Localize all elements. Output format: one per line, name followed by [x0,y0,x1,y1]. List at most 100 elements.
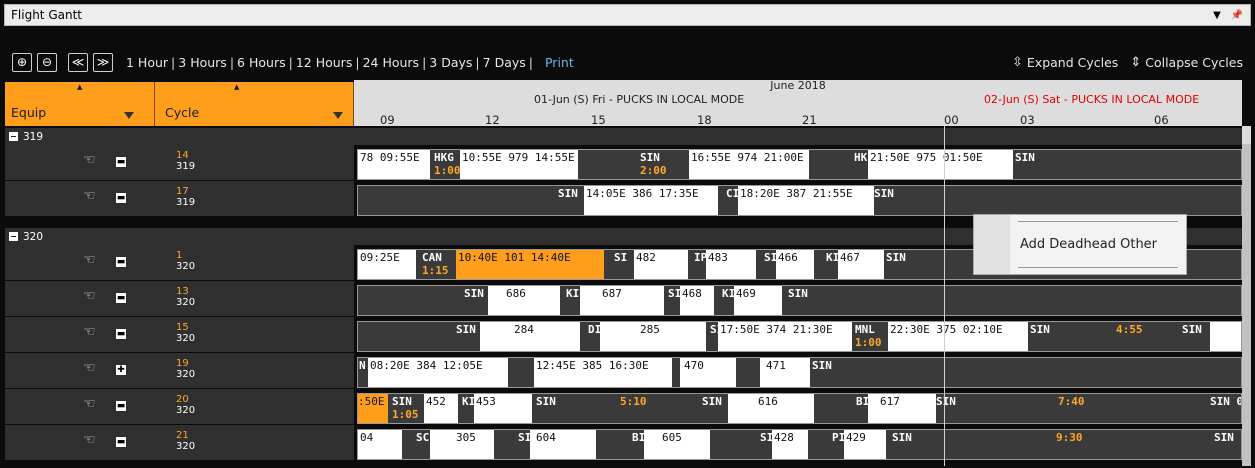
expand-icon[interactable]: ✚ [116,365,126,375]
flight-segment[interactable]: 687 [580,286,664,315]
flight-segment[interactable]: 04 [358,430,402,459]
flight-segment[interactable]: 470 [680,358,736,387]
flight-segment[interactable]: 468 [680,286,714,315]
equip-cell: ☜ ▬ 1 320 [5,245,354,280]
cycle-row[interactable]: ☜ ▬ 13 320 SIN 686 KI 687 SI 468 KI 469 S… [5,281,1242,316]
flight-segment[interactable]: 78 09:55E [358,150,430,179]
flight-segment[interactable]: 305 [430,430,494,459]
flight-segment[interactable]: 466 [776,250,814,279]
flight-segment[interactable]: 482 [634,250,688,279]
print-link[interactable]: Print [545,55,574,70]
group-row-319[interactable]: 319 [5,128,1242,145]
collapse-icon[interactable]: ▬ [116,329,126,339]
gantt-bar[interactable]: SIN 284 DI 285 SI 17:50E 374 21:30E MNL 1… [357,321,1242,352]
flight-segment[interactable]: 284 [480,322,580,351]
flight-segment[interactable]: 10:40E 101 14:40E [456,250,604,279]
flight-segment[interactable]: 604 [530,430,596,459]
zoom-in-button[interactable]: ⊕ [12,52,32,72]
collapse-icon[interactable]: ▬ [116,437,126,447]
cycle-row[interactable]: ☜ ▬ 17 319 SIN 14:05E 386 17:35E CI 18:20… [5,181,1242,216]
range-24-hours[interactable]: 24 Hours [363,55,420,70]
hour-tick-label: 21 [802,113,817,126]
flight-segment[interactable] [1210,322,1241,351]
hand-pointer-icon[interactable]: ☜ [83,152,96,168]
cycle-row[interactable]: ☜ ✚ 19 320 N 08:20E 384 12:05E 12:45E 385… [5,353,1242,388]
cycle-column-header[interactable]: ▲ Cycle [155,82,354,126]
flight-segment[interactable]: 429 [844,430,886,459]
cycle-row[interactable]: ☜ ▬ 21 320 04 SC 305 SI 604 BI 605 SI 428… [5,425,1242,460]
hand-pointer-icon[interactable]: ☜ [83,432,96,448]
hand-pointer-icon[interactable]: ☜ [83,252,96,268]
hand-pointer-icon[interactable]: ☜ [83,288,96,304]
flight-segment[interactable]: 17:50E 374 21:30E [718,322,852,351]
flight-segment[interactable]: 605 [644,430,710,459]
ground-time-label: 5:10 [620,395,647,408]
flight-segment[interactable]: 686 [488,286,560,315]
range-3-hours[interactable]: 3 Hours [178,55,227,70]
filter-icon[interactable] [124,112,134,119]
hand-pointer-icon[interactable]: ☜ [83,360,96,376]
flight-segment[interactable]: 22:30E 375 02:10E [888,322,1028,351]
collapse-icon[interactable]: ▬ [116,257,126,267]
vertical-scrollbar[interactable] [1242,126,1251,466]
station-label: SIN [558,187,578,200]
flight-segment[interactable]: 14:05E 386 17:35E [584,186,718,215]
flight-segment[interactable]: 483 [706,250,756,279]
flight-segment[interactable]: 12:45E 385 16:30E [534,358,672,387]
scroll-right-button[interactable]: ≫ [93,52,113,72]
pin-icon[interactable]: 📌 [1230,10,1244,21]
filter-icon[interactable] [333,112,343,119]
flight-segment[interactable]: 453 [474,394,532,423]
flight-segment[interactable]: 617 [868,394,936,423]
gantt-bar[interactable]: 04 SC 305 SI 604 BI 605 SI 428 PI 429 SI… [357,429,1242,460]
collapse-icon[interactable]: ▬ [116,401,126,411]
gantt-bar[interactable]: 78 09:55E HKG 1:00 10:55E 979 14:55E SIN 2… [357,149,1242,180]
collapse-icon[interactable] [9,232,18,241]
gantt-bar[interactable]: :50E SIN 1:05 452 KI 453 SIN 5:10 SIN 616… [357,393,1242,424]
flight-segment[interactable]: 285 [600,322,706,351]
equip-cell: ☜ ▬ 15 320 [5,317,354,352]
cycle-equip: 319 [176,197,196,208]
flight-segment[interactable]: 16:55E 974 21:00E [689,150,809,179]
flight-segment[interactable]: 09:25E [358,250,416,279]
hand-pointer-icon[interactable]: ☜ [83,396,96,412]
flight-segment[interactable]: 21:50E 975 01:50E [868,150,1013,179]
hand-pointer-icon[interactable]: ☜ [83,324,96,340]
flight-segment[interactable]: :50E [358,394,388,423]
gantt-bar[interactable]: SIN 686 KI 687 SI 468 KI 469 SIN [357,285,1242,316]
flight-segment[interactable]: 452 [424,394,458,423]
range-3-days[interactable]: 3 Days [429,55,472,70]
equip-column-header[interactable]: ▲ Equip [5,82,155,126]
collapse-cycles-button[interactable]: ⇕ Collapse Cycles [1130,55,1243,70]
collapse-icon[interactable]: ▬ [116,157,126,167]
add-deadhead-other-menu-item[interactable]: Add Deadhead Other [1020,237,1157,252]
cycle-row[interactable]: ☜ ▬ 14 319 78 09:55E HKG 1:00 10:55E 979 1… [5,145,1242,180]
range-7-days[interactable]: 7 Days [483,55,526,70]
collapse-icon[interactable]: ▬ [116,293,126,303]
dropdown-icon[interactable]: ▼ [1210,10,1224,21]
cycle-row[interactable]: ☜ ▬ 15 320 SIN 284 DI 285 SI 17:50E 374 2… [5,317,1242,352]
gantt-bar[interactable]: SIN 14:05E 386 17:35E CI 18:20E 387 21:5… [357,185,1242,216]
cycle-row[interactable]: ☜ ▬ 20 320 :50E SIN 1:05 452 KI 453 SIN 5:… [5,389,1242,424]
flight-segment[interactable]: 428 [772,430,808,459]
scroll-left-button[interactable]: ≪ [68,52,88,72]
collapse-icon[interactable]: ▬ [116,193,126,203]
expand-cycles-button[interactable]: ⇳ Expand Cycles [1012,55,1118,70]
flight-segment[interactable]: 10:55E 979 14:55E [460,150,578,179]
flight-segment[interactable]: 467 [838,250,884,279]
zoom-out-button[interactable]: ⊖ [37,52,57,72]
range-6-hours[interactable]: 6 Hours [237,55,286,70]
hand-pointer-icon[interactable]: ☜ [83,188,96,204]
ground-time-label: 9:30 [1056,431,1083,444]
flight-segment[interactable]: 471 [760,358,810,387]
gantt-bar[interactable]: N 08:20E 384 12:05E 12:45E 385 16:30E 47… [357,357,1242,388]
range-1-hour[interactable]: 1 Hour [126,55,168,70]
flight-segment[interactable]: 469 [734,286,782,315]
flight-segment[interactable]: 08:20E 384 12:05E [368,358,508,387]
cycle-number: 17 [176,186,189,197]
scrollbar-thumb[interactable] [1242,144,1251,466]
range-12-hours[interactable]: 12 Hours [296,55,353,70]
flight-segment[interactable]: 616 [728,394,814,423]
collapse-icon[interactable] [9,132,18,141]
flight-segment[interactable]: 18:20E 387 21:55E [738,186,874,215]
